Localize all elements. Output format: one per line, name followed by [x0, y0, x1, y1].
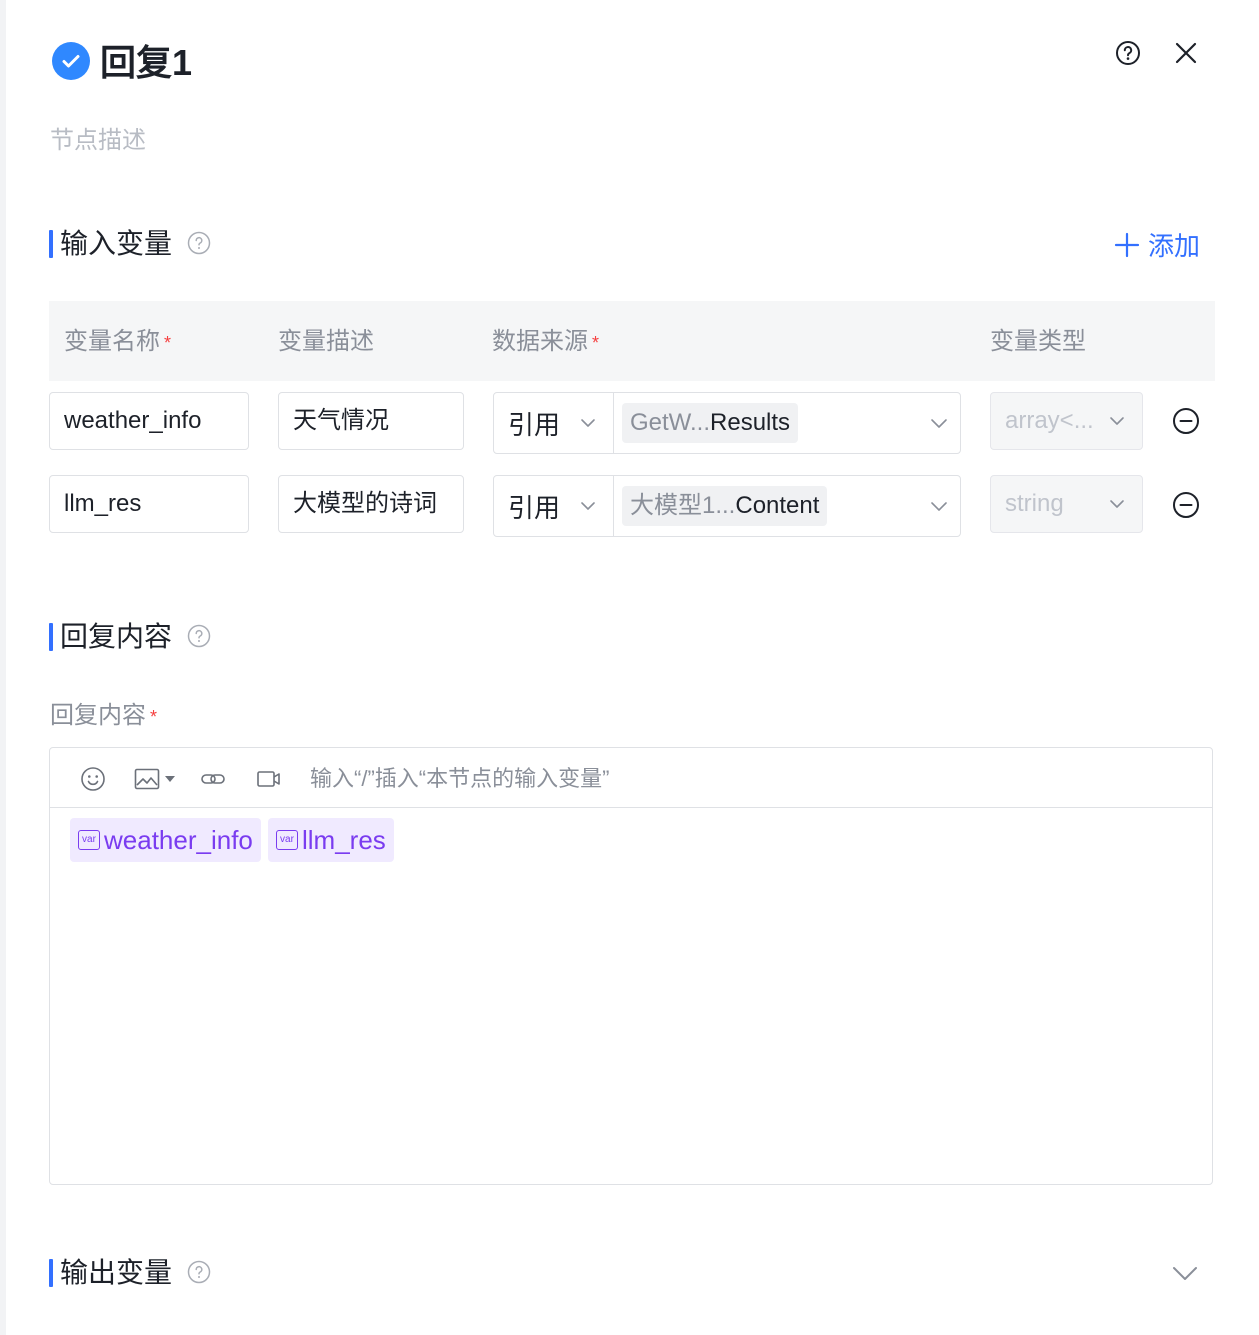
variable-icon: var [78, 830, 100, 850]
source-reference-tag: 大模型1...Content [622, 486, 828, 526]
variable-desc-input[interactable]: 天气情况 [278, 392, 464, 450]
variable-chip-weather-info[interactable]: var weather_info [70, 818, 261, 862]
reply-node-icon [52, 42, 90, 80]
remove-variable-icon[interactable] [1171, 490, 1201, 520]
node-title[interactable]: 回复1 [100, 40, 192, 86]
column-header-name: 变量名称 * [64, 328, 172, 355]
chevron-down-icon [581, 419, 595, 427]
column-header-desc: 变量描述 [278, 328, 374, 355]
editor-placeholder: 输入“/”插入“本节点的输入变量” [310, 766, 610, 791]
data-source-select: 引用 大模型1...Content [493, 475, 961, 537]
variable-chip-llm-res[interactable]: var llm_res [268, 818, 394, 862]
source-type-select[interactable]: 引用 [494, 476, 614, 536]
variable-icon: var [276, 830, 298, 850]
question-icon[interactable] [187, 1260, 211, 1284]
variable-name-input[interactable]: llm_res [49, 475, 249, 533]
chevron-down-icon [1110, 417, 1124, 425]
image-icon [134, 768, 160, 790]
section-accent-bar [49, 1259, 53, 1287]
variable-name-input[interactable]: weather_info [49, 392, 249, 450]
source-type-select[interactable]: 引用 [494, 393, 614, 453]
input-section-title: 输入变量 [60, 228, 173, 259]
column-header-type: 变量类型 [990, 328, 1086, 355]
question-icon[interactable] [187, 624, 211, 648]
variable-chip-label: weather_info [104, 824, 253, 855]
output-section-title: 输出变量 [60, 1257, 173, 1288]
expand-output-chevron-icon[interactable] [1170, 1258, 1200, 1293]
video-icon[interactable] [256, 768, 282, 795]
data-source-select: 引用 GetW...Results [493, 392, 961, 454]
variable-desc-input[interactable]: 大模型的诗词 [278, 475, 464, 533]
add-variable-button[interactable]: 添加 [1114, 226, 1200, 263]
remove-variable-icon[interactable] [1171, 406, 1201, 436]
chevron-down-icon [581, 502, 595, 510]
node-description-input[interactable]: 节点描述 [50, 124, 146, 158]
reply-content-label: 回复内容 * [50, 702, 158, 729]
column-header-source: 数据来源 * [492, 328, 600, 355]
variable-type-select: string [990, 475, 1143, 533]
variable-chip-label: llm_res [302, 824, 386, 855]
caret-down-icon [165, 776, 175, 782]
link-icon[interactable] [200, 768, 226, 795]
section-accent-bar [49, 623, 53, 651]
add-variable-label: 添加 [1148, 231, 1201, 261]
plus-icon [1114, 232, 1140, 257]
variable-type-select: array<... [990, 392, 1143, 450]
source-reference-select[interactable]: GetW...Results [614, 393, 960, 453]
section-accent-bar [49, 230, 53, 258]
reply-section-title: 回复内容 [60, 621, 173, 652]
close-icon[interactable] [1169, 36, 1203, 70]
editor-toolbar: 输入“/”插入“本节点的输入变量” [50, 748, 1212, 808]
source-reference-tag: GetW...Results [622, 403, 799, 443]
chevron-down-icon [931, 502, 947, 511]
node-config-panel: 回复1 节点描述 输入变量 添加 变量名称 * 变量描述 数据来源 * 变量类型 w… [6, 0, 1259, 1335]
chevron-down-icon [931, 419, 947, 428]
emoji-icon[interactable] [80, 766, 106, 797]
question-icon[interactable] [187, 231, 211, 255]
help-icon[interactable] [1111, 36, 1145, 70]
source-reference-select[interactable]: 大模型1...Content [614, 476, 960, 536]
reply-content-editor[interactable]: 输入“/”插入“本节点的输入变量” var weather_info var l… [49, 747, 1213, 1185]
insert-image-button[interactable] [134, 768, 176, 790]
chevron-down-icon [1110, 500, 1124, 508]
